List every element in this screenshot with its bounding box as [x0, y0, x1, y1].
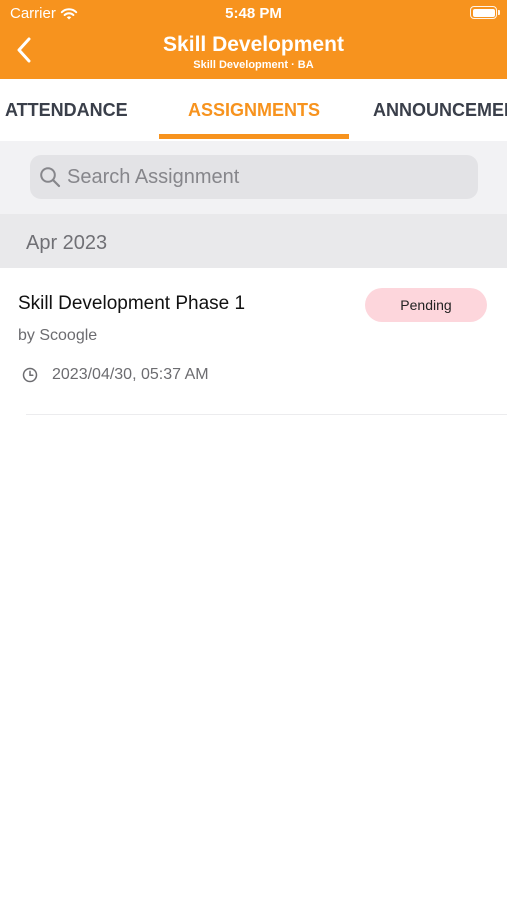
status-bar: Carrier 5:48 PM — [0, 0, 507, 28]
assignment-datetime: 2023/04/30, 05:37 AM — [52, 366, 209, 383]
assignment-author: by Scoogle — [18, 327, 98, 344]
search-input[interactable] — [67, 165, 447, 189]
status-badge: Pending — [365, 288, 487, 322]
clock-icon — [22, 367, 38, 383]
search-icon — [39, 166, 61, 188]
tab-assignments[interactable]: ASSIGNMENTS — [159, 79, 349, 141]
page-title: Skill Development — [163, 33, 344, 56]
navigation-bar: Skill Development Skill Development · BA — [0, 28, 507, 79]
section-header: Apr 2023 — [0, 214, 507, 268]
search-bar[interactable] — [30, 155, 478, 199]
tab-attendance[interactable]: ATTENDANCE — [5, 79, 128, 141]
app-header: Carrier 5:48 PM Skill Development Skill … — [0, 0, 507, 79]
status-time: 5:48 PM — [225, 5, 282, 22]
search-area — [0, 141, 507, 214]
tab-announcements[interactable]: ANNOUNCEMENTS — [373, 79, 507, 141]
battery-icon — [470, 6, 500, 19]
tab-bar: ATTENDANCE ASSIGNMENTS ANNOUNCEMENTS — [0, 79, 507, 141]
list-item[interactable]: Skill Development Phase 1 by Scoogle 202… — [0, 268, 507, 415]
active-tab-indicator — [159, 134, 349, 139]
list-divider — [26, 414, 507, 415]
section-title: Apr 2023 — [26, 232, 108, 254]
page-subtitle: Skill Development · BA — [193, 59, 314, 71]
assignment-title: Skill Development Phase 1 — [18, 293, 246, 314]
